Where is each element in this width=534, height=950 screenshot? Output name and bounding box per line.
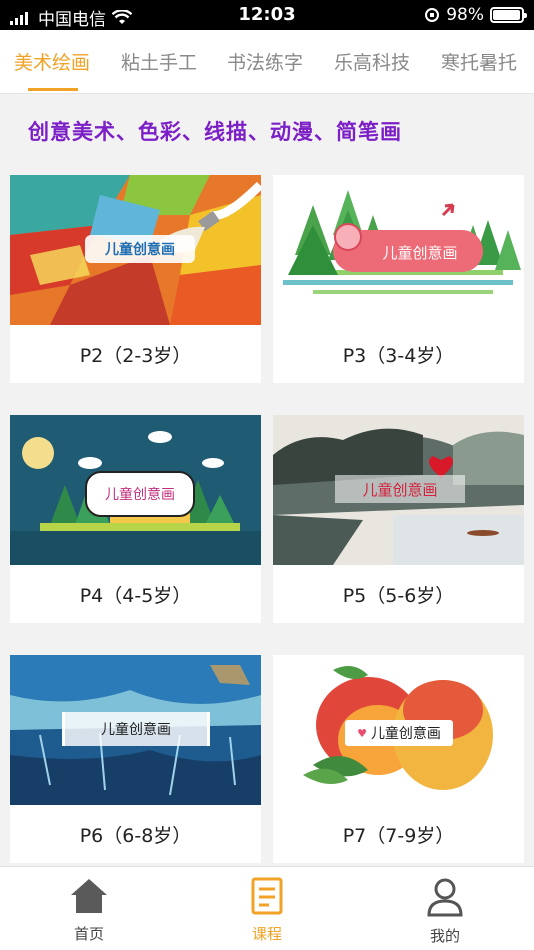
course-thumbnail: ♥ 儿童创意画	[273, 655, 524, 805]
course-title: P4（4-5岁）	[79, 584, 192, 607]
course-title: P5（5-6岁）	[342, 584, 455, 607]
course-card-p7[interactable]: ♥ 儿童创意画 P7（7-9岁）	[273, 655, 524, 863]
bottom-nav: 首页 课程 我的	[0, 866, 534, 950]
banner-label: 儿童创意画	[85, 235, 195, 263]
category-tabs: 美术绘画 粘土手工 书法练字 乐高科技 寒托暑托	[0, 30, 534, 94]
nav-profile-label: 我的	[429, 927, 460, 945]
nav-courses-label: 课程	[251, 925, 282, 943]
course-title: P6（6-8岁）	[79, 824, 192, 847]
tab-calligraphy[interactable]: 书法练字	[227, 48, 303, 75]
battery-percent: 98%	[446, 5, 484, 25]
course-card-p3[interactable]: 儿童创意画 P3（3-4岁）	[273, 175, 524, 383]
tab-clay-craft[interactable]: 粘土手工	[121, 48, 197, 75]
course-thumbnail: 儿童创意画	[273, 415, 524, 565]
tab-holiday-care[interactable]: 寒托暑托	[441, 48, 517, 75]
banner-text: 儿童创意画	[370, 726, 441, 742]
battery-level	[493, 10, 521, 20]
course-thumbnail: 儿童创意画	[10, 415, 261, 565]
course-title: P2（2-3岁）	[79, 344, 192, 367]
nav-courses[interactable]: 课程	[207, 877, 327, 944]
course-thumbnail: 儿童创意画	[273, 175, 524, 325]
heart-icon: ♥	[357, 726, 367, 740]
status-bar: 中国电信 12:03 98%	[0, 0, 534, 30]
home-icon	[71, 879, 107, 913]
battery-icon	[490, 7, 527, 23]
course-thumbnail: 儿童创意画	[10, 175, 261, 325]
course-card-p2[interactable]: 儿童创意画 P2（2-3岁）	[10, 175, 261, 383]
tab-art-painting[interactable]: 美术绘画	[14, 48, 90, 75]
course-title: P3（3-4岁）	[342, 344, 455, 367]
course-card-p5[interactable]: 儿童创意画 P5（5-6岁）	[273, 415, 524, 623]
course-card-p6[interactable]: 儿童创意画 P6（6-8岁）	[10, 655, 261, 863]
banner-label: 儿童创意画	[335, 475, 465, 503]
banner-label: 儿童创意画	[382, 243, 458, 262]
course-thumbnail: 儿童创意画	[10, 655, 261, 805]
nav-home-label: 首页	[73, 925, 104, 943]
course-title: P7（7-9岁）	[342, 824, 455, 847]
course-card-p4[interactable]: 儿童创意画 P4（4-5岁）	[10, 415, 261, 623]
user-icon	[427, 878, 463, 917]
book-icon	[251, 877, 283, 915]
active-tab-indicator	[28, 88, 78, 91]
nav-home[interactable]: 首页	[29, 877, 149, 944]
tab-lego-tech[interactable]: 乐高科技	[334, 48, 410, 75]
banner-label: 儿童创意画	[85, 471, 195, 517]
status-right: 98%	[424, 5, 527, 25]
banner-label: ♥ 儿童创意画	[345, 720, 453, 746]
section-headline: 创意美术、色彩、线描、动漫、简笔画	[28, 120, 402, 144]
nav-profile[interactable]: 我的	[385, 877, 505, 946]
orientation-lock-icon	[425, 8, 440, 22]
banner-label: 儿童创意画	[62, 712, 210, 746]
